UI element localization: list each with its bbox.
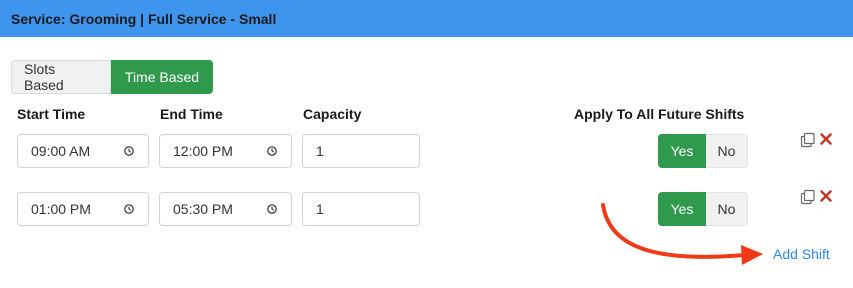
end-time-label: End Time (160, 106, 223, 122)
add-shift-link[interactable]: Add Shift (773, 246, 830, 262)
capacity-label: Capacity (303, 106, 362, 122)
clock-icon[interactable] (124, 146, 134, 156)
time-based-button[interactable]: Time Based (111, 60, 213, 94)
apply-no-button[interactable]: No (706, 134, 748, 168)
start-time-input[interactable]: 09:00 AM (17, 134, 149, 168)
start-time-value: 09:00 AM (31, 143, 91, 159)
end-time-value: 12:00 PM (173, 143, 233, 159)
apply-no-button[interactable]: No (706, 192, 748, 226)
page-title: Service: Grooming | Full Service - Small (11, 10, 277, 27)
copy-icon[interactable] (800, 132, 816, 148)
clock-icon[interactable] (267, 204, 277, 214)
capacity-value: 1 (316, 201, 324, 217)
clock-icon[interactable] (124, 204, 134, 214)
start-time-label: Start Time (17, 106, 86, 122)
slots-based-button[interactable]: Slots Based (11, 60, 111, 94)
capacity-input[interactable]: 1 (302, 192, 420, 226)
end-time-value: 05:30 PM (173, 201, 233, 217)
apply-future-label: Apply To All Future Shifts (574, 106, 745, 122)
clock-icon[interactable] (267, 146, 277, 156)
start-time-input[interactable]: 01:00 PM (17, 192, 149, 226)
end-time-input[interactable]: 12:00 PM (159, 134, 292, 168)
copy-icon[interactable] (800, 189, 816, 205)
capacity-input[interactable]: 1 (302, 134, 420, 168)
end-time-input[interactable]: 05:30 PM (159, 192, 292, 226)
start-time-value: 01:00 PM (31, 201, 91, 217)
close-icon[interactable] (819, 132, 833, 146)
capacity-value: 1 (316, 143, 324, 159)
apply-yes-button[interactable]: Yes (658, 192, 706, 226)
apply-future-toggle: Yes No (658, 134, 748, 168)
apply-future-toggle: Yes No (658, 192, 748, 226)
apply-yes-button[interactable]: Yes (658, 134, 706, 168)
service-header: Service: Grooming | Full Service - Small (0, 0, 853, 37)
mode-toggle: Slots Based Time Based (11, 60, 213, 94)
close-icon[interactable] (819, 189, 833, 203)
